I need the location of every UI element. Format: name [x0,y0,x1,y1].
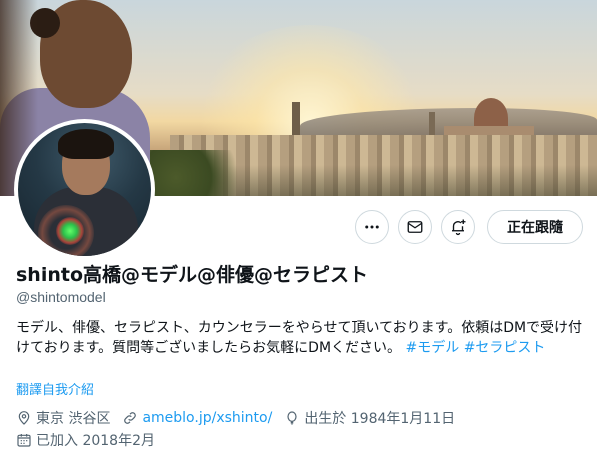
joined-text: 已加入 2018年2月 [36,433,155,449]
more-dots-icon [365,225,379,229]
birthday-item: 出生於 1984年1月11日 [284,408,455,428]
more-button[interactable] [355,210,389,244]
location-item: 東京 渋谷区 [16,408,110,428]
translate-bio-link[interactable]: 翻譯自我介紹 [16,379,94,398]
profile-meta-row: 東京 渋谷区 ameblo.jp/xshinto/ 出生於 1984年1月11日 [16,408,467,428]
notifications-button[interactable] [441,210,475,244]
hashtag-model[interactable]: #モデル [406,340,460,356]
banner-plants [140,150,260,196]
message-button[interactable] [398,210,432,244]
website-link[interactable]: ameblo.jp/xshinto/ [142,410,272,426]
calendar-icon [17,434,31,447]
joined-item: 已加入 2018年2月 [16,430,155,450]
profile-display-name: shinto高橋@モデル@俳優@セラピスト [16,264,369,286]
following-button[interactable]: 正在跟隨 [487,210,583,244]
profile-bio: モデル、俳優、セラピスト、カウンセラーをやらせて頂いております。依頼はDMで受け… [16,318,584,358]
location-pin-icon [18,411,30,425]
location-text: 東京 渋谷区 [36,411,111,427]
bell-plus-icon [452,219,466,236]
avatar-hair [58,129,114,159]
balloon-icon [287,411,297,425]
birthday-text: 出生於 1984年1月11日 [304,411,456,427]
avatar-lens-glow [56,217,84,245]
profile-joined-row: 已加入 2018年2月 [16,430,167,450]
profile-handle: @shintomodel [16,289,106,305]
profile-avatar[interactable] [14,119,155,260]
website-item[interactable]: ameblo.jp/xshinto/ [122,410,272,426]
hashtag-therapist[interactable]: #セラピスト [464,340,546,356]
envelope-icon [407,221,423,233]
avatar-photo [18,123,151,256]
link-icon [124,412,137,424]
